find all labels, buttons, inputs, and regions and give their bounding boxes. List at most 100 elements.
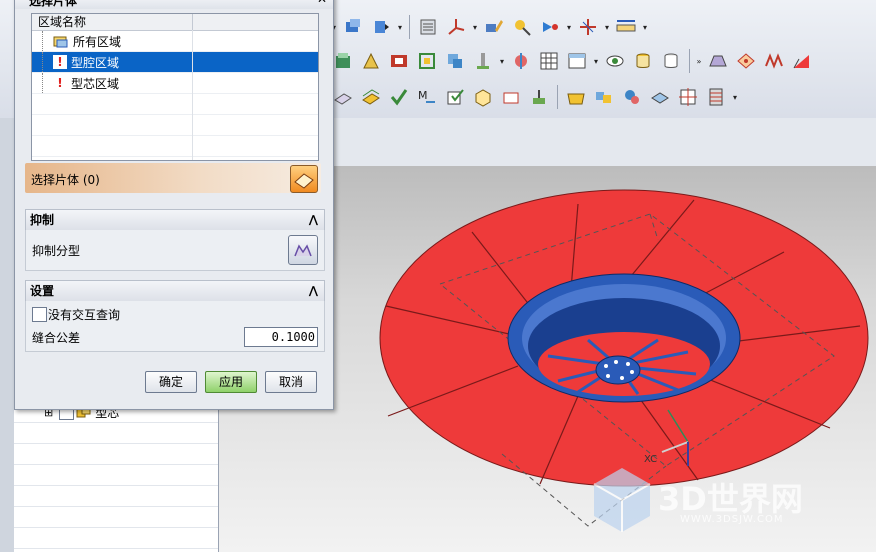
toolbar-separator — [557, 85, 558, 109]
eye-view-icon[interactable] — [602, 48, 628, 74]
dropdown-arrow-icon[interactable]: ▾ — [592, 57, 600, 66]
grid-table-icon[interactable] — [536, 48, 562, 74]
electrode-icon[interactable] — [442, 48, 468, 74]
assembly-icon[interactable] — [703, 84, 729, 110]
tree-line — [42, 52, 53, 72]
material-m-icon[interactable]: M — [414, 84, 440, 110]
region-label: 型腔区域 — [71, 55, 120, 70]
column-header-region-name: 区域名称 — [32, 14, 193, 30]
settings-group-header[interactable]: 设置 ⋀ — [25, 280, 325, 302]
refresh-cylinder-icon[interactable] — [630, 48, 656, 74]
collapse-caret-icon[interactable]: ⋀ — [309, 210, 318, 230]
region-label: 所有区域 — [73, 34, 122, 49]
sheet-select-icon — [294, 173, 314, 189]
table-row[interactable]: ! 型芯区域 — [32, 73, 318, 94]
more-tools-icon[interactable]: » — [695, 57, 703, 66]
select-sheet-button[interactable] — [290, 165, 318, 193]
dropdown-arrow-icon[interactable]: ▾ — [471, 23, 479, 32]
table-row[interactable]: 所有区域 — [32, 31, 318, 52]
window-icon[interactable] — [564, 48, 590, 74]
close-icon[interactable]: ✕ — [317, 0, 327, 6]
table-row-empty — [32, 136, 318, 157]
cylinder-icon[interactable] — [658, 48, 684, 74]
crosshair-icon[interactable] — [675, 84, 701, 110]
dialog-titlebar[interactable]: 选择片体 ✕ — [15, 0, 333, 9]
region-table: 区域名称 所有区域 ! 型腔区域 ! 型芯区域 — [31, 13, 319, 161]
dropdown-arrow-icon[interactable]: ▾ — [731, 93, 739, 102]
table-row-empty — [32, 94, 318, 115]
nav-row-empty — [14, 528, 218, 549]
region-split-icon[interactable] — [761, 48, 787, 74]
tray-icon[interactable] — [563, 84, 589, 110]
suppress-parting-button[interactable] — [288, 235, 318, 265]
no-interactive-query-checkbox[interactable] — [32, 307, 47, 322]
suppress-parting-icon — [294, 244, 312, 257]
ejector-pin-icon[interactable] — [470, 48, 496, 74]
suppress-group-title: 抑制 — [30, 213, 55, 227]
block-pin-icon[interactable] — [526, 84, 552, 110]
layer-plate-icon[interactable] — [358, 84, 384, 110]
parting-surface-icon[interactable] — [705, 48, 731, 74]
nav-row-empty — [14, 486, 218, 507]
ruler-icon[interactable] — [613, 14, 639, 40]
column-divider — [192, 30, 193, 160]
slider-lifter-icon[interactable] — [386, 48, 412, 74]
collapse-caret-icon[interactable]: ⋀ — [309, 281, 318, 301]
cooling-icon[interactable] — [508, 48, 534, 74]
svg-text:M: M — [418, 89, 428, 102]
table-header: 区域名称 — [32, 14, 318, 31]
stitch-tolerance-label: 缝合公差 — [32, 331, 81, 345]
cube-icon[interactable] — [470, 84, 496, 110]
stitch-tolerance-input[interactable]: 0.1000 — [244, 327, 318, 347]
direction-icon[interactable] — [537, 14, 563, 40]
box-outline-icon[interactable] — [498, 84, 524, 110]
tree-line — [42, 73, 53, 93]
part-navigator: ⊞ 型芯 — [14, 402, 219, 552]
revolve-icon[interactable] — [368, 14, 394, 40]
nav-row-empty — [14, 507, 218, 528]
table-row-empty — [32, 115, 318, 136]
dialog-title: 选择片体 — [29, 0, 78, 8]
align-icon[interactable] — [575, 14, 601, 40]
suppress-group-body: 抑制分型 — [25, 230, 325, 271]
watermark-url: WWW.3DSJW.COM — [680, 514, 784, 525]
dropdown-arrow-icon[interactable]: ▾ — [641, 23, 649, 32]
wheel-hub — [595, 355, 641, 385]
dropdown-arrow-icon[interactable]: ▾ — [603, 23, 611, 32]
suppress-group-header[interactable]: 抑制 ⋀ — [25, 209, 325, 231]
define-region-icon[interactable] — [789, 48, 815, 74]
multi-cube-icon[interactable] — [591, 84, 617, 110]
region-label: 型芯区域 — [71, 76, 120, 91]
measure-tool-icon[interactable] — [509, 14, 535, 40]
layered-block-icon[interactable] — [647, 84, 673, 110]
select-sheet-bar[interactable]: 选择片体 (0) — [25, 163, 321, 193]
table-row-selected[interactable]: ! 型腔区域 — [32, 52, 318, 73]
nav-row-empty — [14, 444, 218, 465]
box-check-icon[interactable] — [442, 84, 468, 110]
settings-group-body: 没有交互查询 缝合公差 0.1000 — [25, 301, 325, 352]
folder-region-icon — [53, 36, 68, 48]
runner-icon[interactable] — [358, 48, 384, 74]
settings-group-title: 设置 — [30, 284, 55, 298]
check-mark-icon[interactable] — [386, 84, 412, 110]
insert-icon[interactable] — [414, 48, 440, 74]
coordinate-system-icon[interactable] — [443, 14, 469, 40]
ok-button[interactable]: 确定 — [145, 371, 197, 393]
cancel-button[interactable]: 取消 — [265, 371, 317, 393]
toolbar-row-2: ▾ ▾ » — [330, 44, 815, 78]
axis-label: XC — [644, 454, 657, 465]
edit-tool-icon[interactable] — [481, 14, 507, 40]
gear-parts-icon[interactable] — [619, 84, 645, 110]
dropdown-arrow-icon[interactable]: ▾ — [498, 57, 506, 66]
dropdown-arrow-icon[interactable]: ▾ — [396, 23, 404, 32]
dropdown-arrow-icon[interactable]: ▾ — [565, 23, 573, 32]
toolbar-row-1: ▾ ▾ ▾ ▾ ▾ ▾ — [330, 10, 649, 44]
suppress-parting-label: 抑制分型 — [32, 244, 81, 258]
select-sheet-dialog: 选择片体 ✕ 区域名称 所有区域 ! 型腔区域 ! 型芯区域 选择片体 (0) — [14, 0, 334, 410]
box-extrude-icon[interactable] — [340, 14, 366, 40]
nav-row-empty — [14, 465, 218, 486]
layer-stack-icon[interactable] — [415, 14, 441, 40]
apply-button[interactable]: 应用 — [205, 371, 257, 393]
tree-line — [42, 31, 53, 51]
patch-surface-icon[interactable] — [733, 48, 759, 74]
